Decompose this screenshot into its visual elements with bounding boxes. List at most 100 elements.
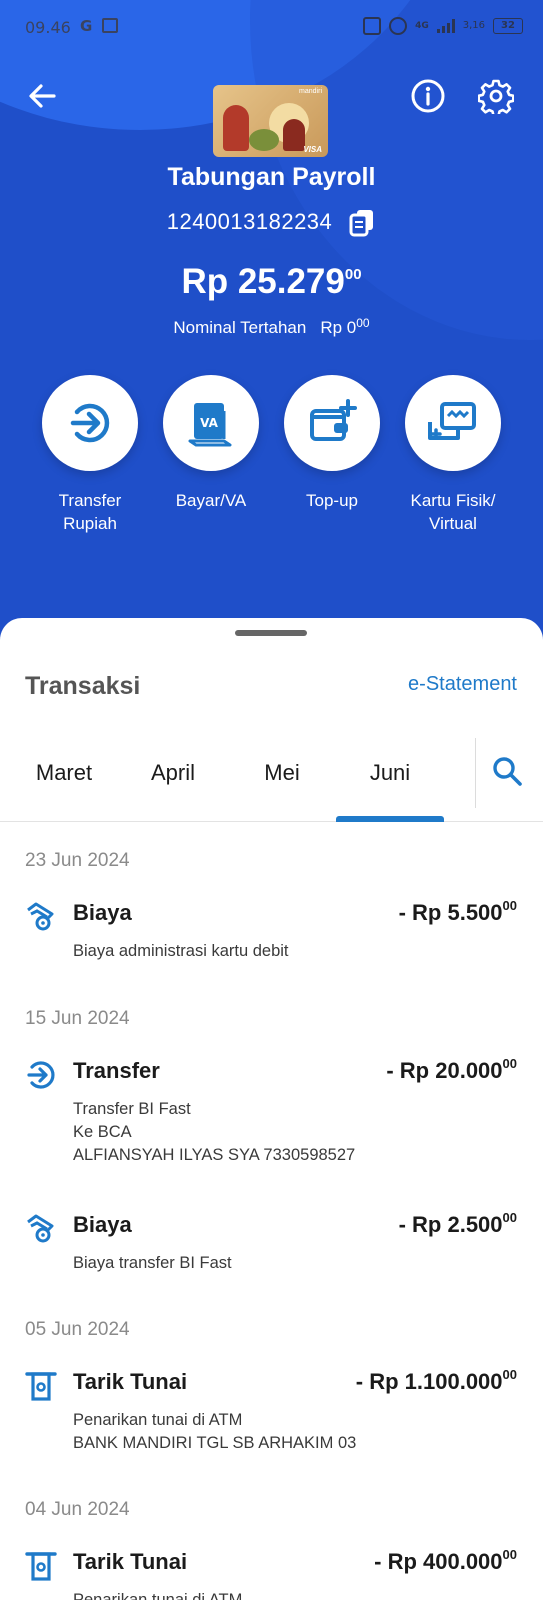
card-brand-mark: mandiri (299, 88, 322, 95)
action-label: Kartu Fisik/ (410, 491, 496, 510)
alarm-icon (389, 17, 408, 35)
amount-value: - Rp 1.100.000 (355, 1369, 503, 1394)
tab-juni[interactable]: Juni (336, 760, 444, 786)
date-header: 23 Jun 2024 (25, 850, 130, 871)
action-label: Top-up (306, 491, 358, 510)
amount-cents: 00 (502, 1367, 517, 1382)
status-bar: 09.46 G 4G 3,16 32 (0, 0, 543, 54)
held-amount-cents: 00 (356, 316, 370, 330)
tab-april[interactable]: April (119, 760, 227, 786)
description-line: ALFIANSYAH ILYAS SYA 7330598527 (73, 1146, 356, 1164)
signal-icon (436, 19, 455, 33)
transaction-description: Penarikan tunai di ATM (73, 1589, 242, 1600)
wallet-topup-icon (310, 399, 357, 441)
date-header: 15 Jun 2024 (25, 1008, 130, 1029)
balance-amount: Rp 25.279 (181, 262, 345, 301)
amount-cents: 00 (502, 1056, 517, 1071)
description-line: Ke BCA (73, 1123, 132, 1141)
transaction-description: Biaya administrasi kartu debit (73, 940, 289, 963)
gear-icon (477, 79, 515, 117)
app-notification-icon (102, 18, 118, 33)
debit-card-image: mandiri VISA (213, 85, 328, 157)
held-amount-label: Nominal Tertahan (173, 318, 307, 337)
google-icon: G (80, 17, 93, 35)
transaction-amount: - Rp 1.100.00000 (355, 1367, 517, 1395)
card-icon (428, 402, 476, 440)
transaction-amount: - Rp 5.50000 (398, 898, 517, 926)
month-tabs: Maret April Mei Juni (0, 730, 543, 822)
account-name: Tabungan Payroll (167, 163, 376, 191)
atm-icon (24, 1549, 58, 1583)
divider (475, 738, 476, 808)
bill-va-icon: VA (188, 403, 232, 447)
transaction-name: Tarik Tunai (73, 1369, 188, 1394)
action-top-up[interactable]: Top-up (271, 375, 393, 512)
status-time: 09.46 (25, 18, 71, 37)
arrow-left-icon (29, 84, 56, 108)
amount-value: - Rp 2.500 (398, 1212, 503, 1237)
battery-icon: 32 (493, 18, 523, 34)
action-icon-circle: VA (163, 375, 259, 471)
transaction-name: Transfer (73, 1058, 160, 1083)
account-number-row: 1240013182234 (0, 207, 543, 237)
description-line: Biaya transfer BI Fast (73, 1254, 232, 1272)
transaction-amount: - Rp 20.00000 (386, 1056, 517, 1084)
action-label: Virtual (429, 514, 477, 533)
fee-icon (24, 1212, 58, 1246)
date-header: 05 Jun 2024 (25, 1319, 130, 1340)
copy-icon (349, 210, 374, 237)
search-button[interactable] (490, 754, 524, 788)
sheet-drag-handle[interactable] (235, 630, 307, 636)
status-icons: 4G 3,16 32 (363, 15, 523, 37)
action-icon-circle (284, 375, 380, 471)
action-label: Bayar/VA (175, 491, 247, 510)
date-header: 04 Jun 2024 (25, 1499, 130, 1520)
action-kartu-fisik-virtual[interactable]: Kartu Fisik/Virtual (392, 375, 514, 535)
card-network-label: VISA (303, 145, 322, 154)
network-speed: 3,16 (462, 20, 485, 31)
fee-icon (24, 900, 58, 934)
action-bayar-va[interactable]: VA Bayar/VA (150, 375, 272, 512)
transaction-description: Biaya transfer BI Fast (73, 1252, 232, 1275)
account-balance: Rp 25.27900 (0, 262, 543, 302)
back-button[interactable] (24, 78, 60, 114)
amount-value: - Rp 20.000 (386, 1058, 503, 1083)
settings-button[interactable] (477, 78, 515, 117)
search-icon (493, 757, 522, 786)
amount-value: - Rp 400.000 (374, 1549, 503, 1574)
action-label: Transfer (58, 491, 122, 510)
amount-cents: 00 (502, 1547, 517, 1562)
transaction-amount: - Rp 400.00000 (374, 1547, 517, 1575)
held-amount-value: Rp 0 (320, 318, 357, 337)
network-type: 4G (415, 20, 429, 31)
description-line: Penarikan tunai di ATM (73, 1591, 243, 1600)
transaction-description: Penarikan tunai di ATM BANK MANDIRI TGL … (73, 1409, 356, 1455)
transfer-icon (24, 1058, 58, 1092)
vibrate-icon (363, 17, 382, 35)
transaction-description: Transfer BI Fast Ke BCA ALFIANSYAH ILYAS… (73, 1098, 355, 1167)
account-number: 1240013182234 (166, 209, 333, 234)
atm-icon (24, 1369, 58, 1403)
tab-mei[interactable]: Mei (228, 760, 336, 786)
action-icon-circle (405, 375, 501, 471)
action-transfer-rupiah[interactable]: Transfer Rupiah (29, 375, 151, 535)
transaction-name: Biaya (73, 1212, 132, 1237)
active-tab-indicator (336, 816, 444, 822)
transaction-amount: - Rp 2.50000 (398, 1210, 517, 1238)
description-line: Biaya administrasi kartu debit (73, 942, 289, 960)
copy-button[interactable] (348, 207, 376, 237)
balance-cents: 00 (344, 266, 362, 283)
transaction-name: Tarik Tunai (73, 1549, 188, 1574)
description-line: Penarikan tunai di ATM (73, 1411, 243, 1429)
transfer-icon (70, 403, 110, 443)
action-label: Rupiah (63, 514, 117, 533)
info-icon (411, 79, 445, 113)
info-button[interactable] (410, 78, 446, 114)
amount-value: - Rp 5.500 (398, 900, 503, 925)
amount-cents: 00 (502, 898, 517, 913)
tab-maret[interactable]: Maret (10, 760, 118, 786)
svg-text:VA: VA (200, 416, 218, 430)
amount-cents: 00 (502, 1210, 517, 1225)
section-title: Transaksi (25, 672, 141, 700)
e-statement-link[interactable]: e-Statement (408, 673, 517, 696)
